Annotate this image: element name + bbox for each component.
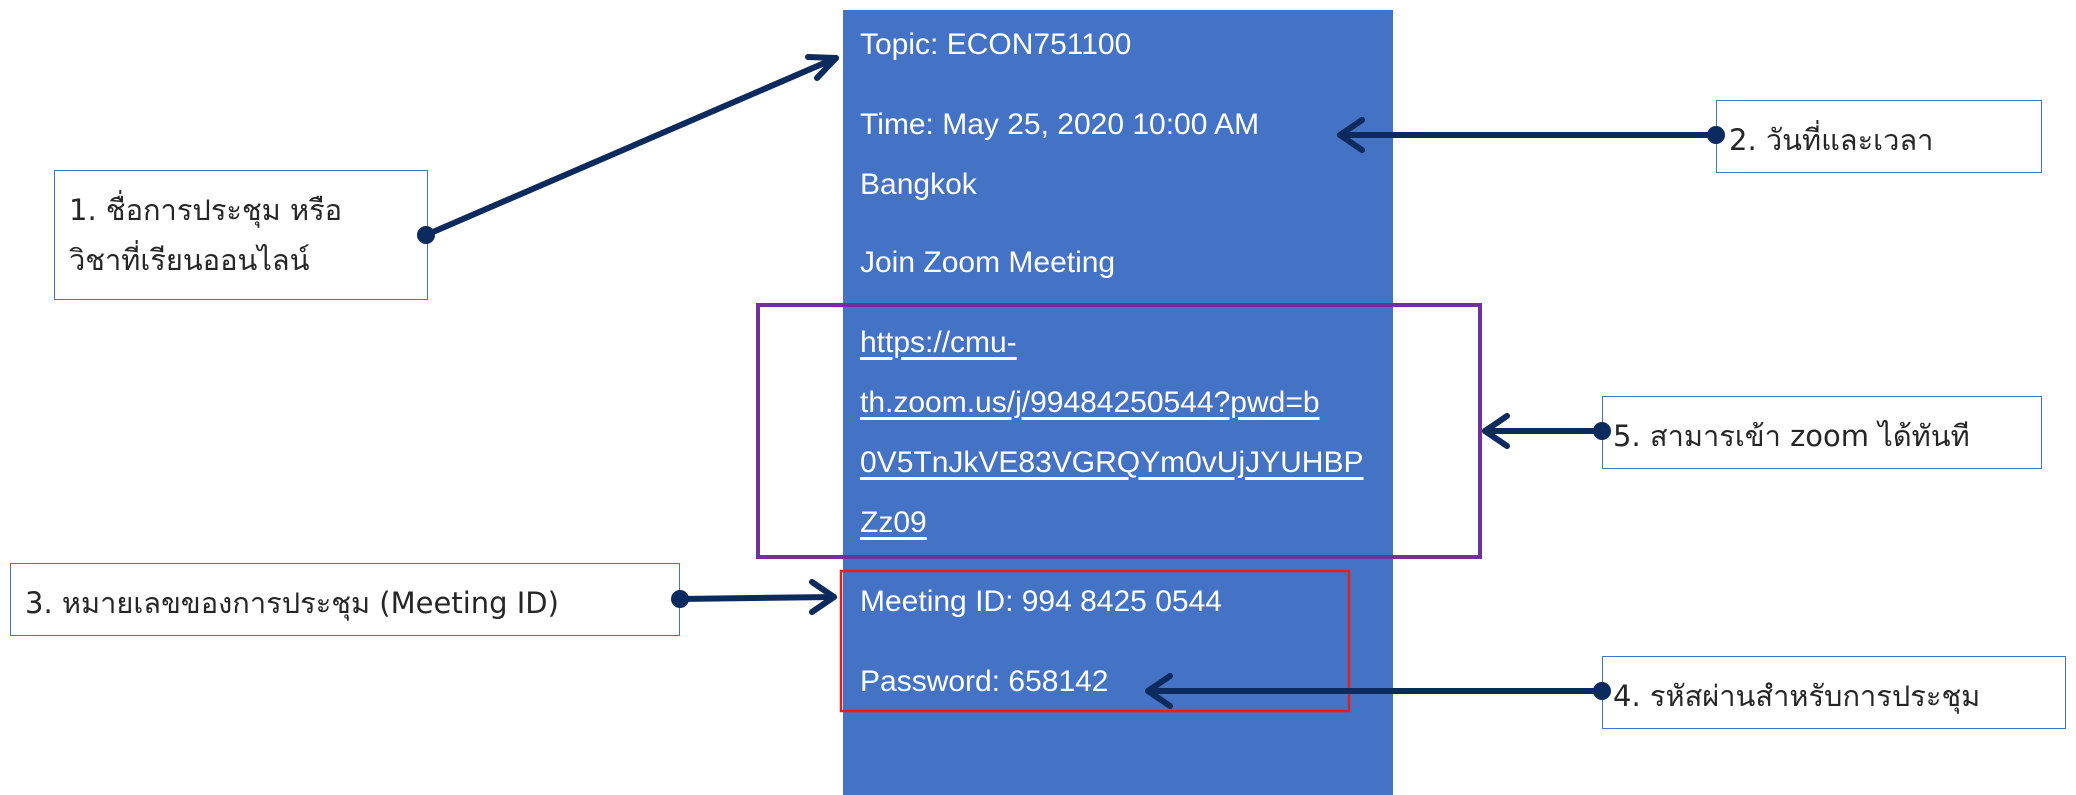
arrow-topic-dot [417,226,435,244]
link-highlight-box [756,303,1482,559]
arrow-topic [423,55,839,238]
arrow-datetime-dot [1707,126,1725,144]
arrow-password-dot [1593,682,1611,700]
annotation-overlay [417,54,1725,713]
arrow-meeting-id-dot [671,590,689,608]
arrow-join-link-dot [1593,422,1611,440]
arrow-meeting-id [677,594,837,602]
